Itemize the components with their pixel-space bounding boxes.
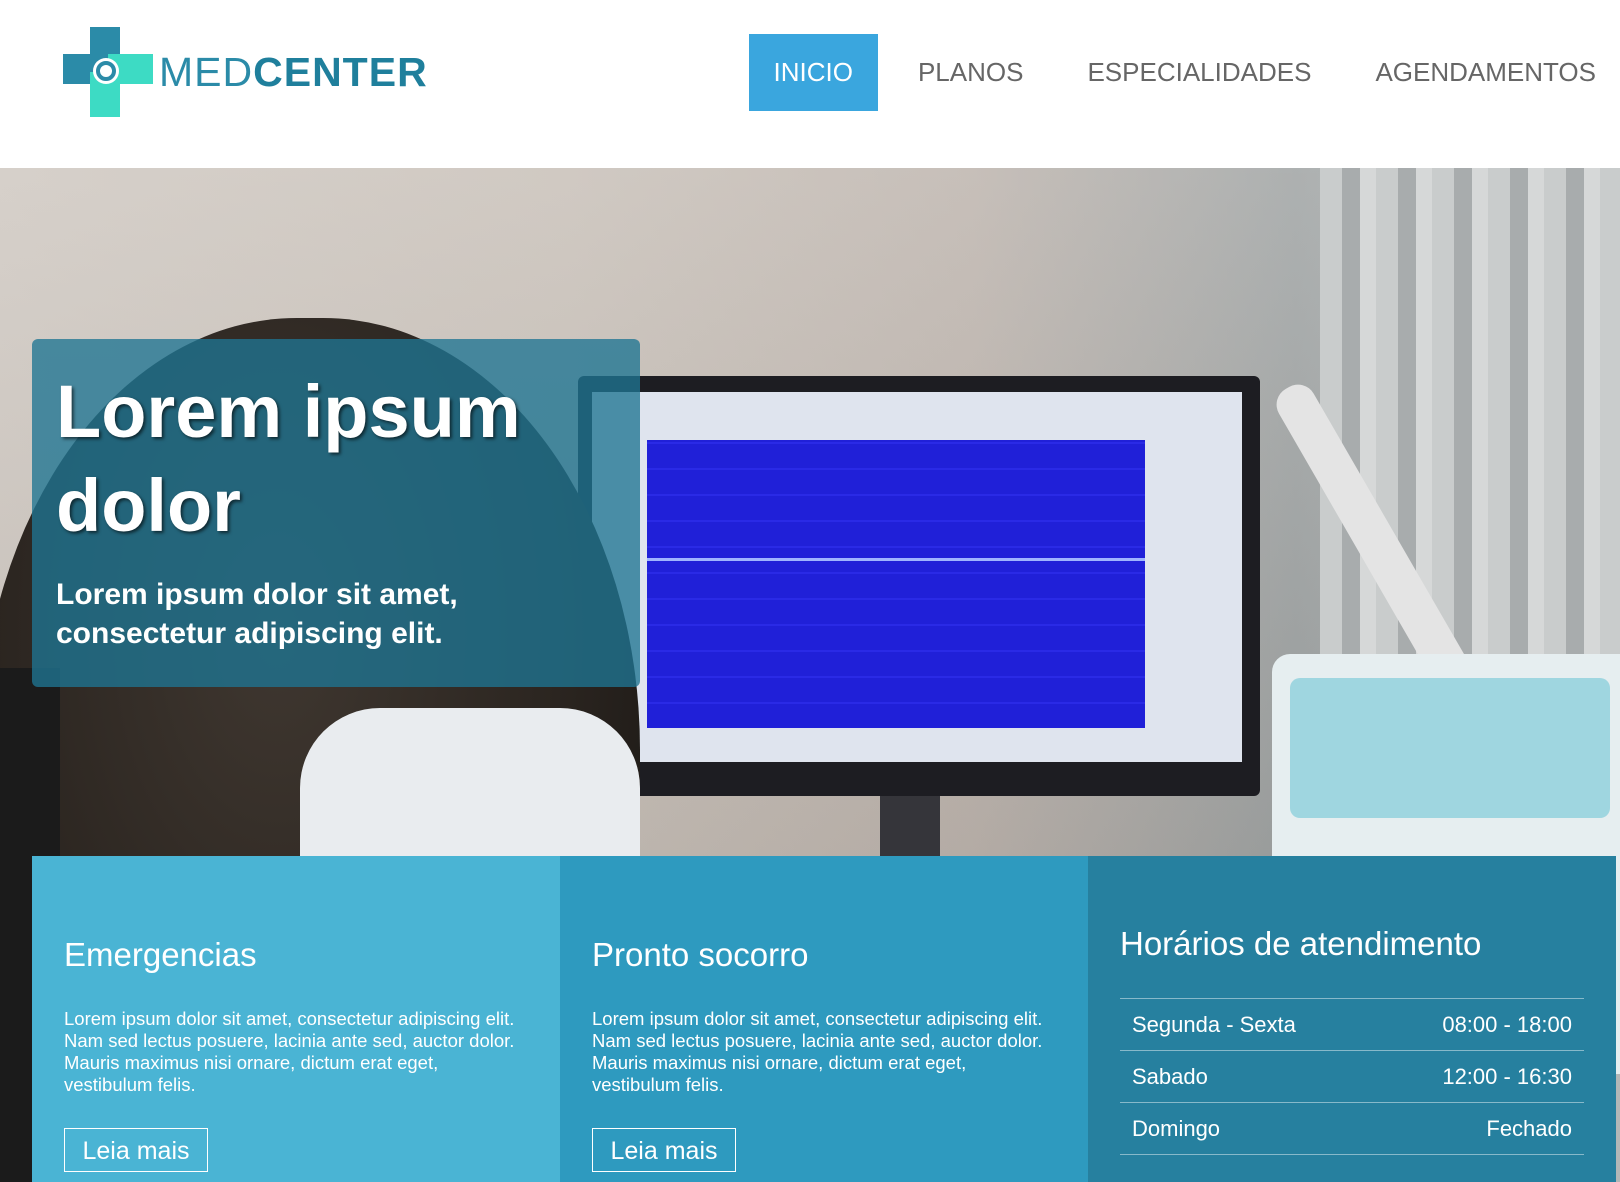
feature-text: Lorem ipsum dolor sit amet, consectetur … bbox=[64, 1008, 515, 1095]
hours-time: 12:00 - 16:30 bbox=[1442, 1064, 1572, 1089]
nav-item-especialidades[interactable]: ESPECIALIDADES bbox=[1063, 34, 1335, 111]
hours-row: Sabado 12:00 - 16:30 bbox=[1120, 1051, 1584, 1103]
hero-subtitle: Lorem ipsum dolor sit amet, consectetur … bbox=[56, 578, 458, 650]
feature-pronto-socorro: Pronto socorro Lorem ipsum dolor sit ame… bbox=[560, 856, 1088, 1182]
feature-emergencias: Emergencias Lorem ipsum dolor sit amet, … bbox=[32, 856, 560, 1182]
hours-time: 08:00 - 18:00 bbox=[1442, 1012, 1572, 1037]
hours-day: Sabado bbox=[1132, 1064, 1208, 1089]
hours-row: Segunda - Sexta 08:00 - 18:00 bbox=[1120, 998, 1584, 1051]
logo-text: MEDCENTER bbox=[159, 48, 428, 95]
hours-table: Segunda - Sexta 08:00 - 18:00 Sabado 12:… bbox=[1120, 998, 1584, 1155]
feature-boxes: Emergencias Lorem ipsum dolor sit amet, … bbox=[32, 856, 1616, 1182]
read-more-button[interactable]: Leia mais bbox=[592, 1128, 736, 1172]
hero-caption: Lorem ipsum dolor Lorem ipsum dolor sit … bbox=[32, 339, 640, 687]
feature-title: Pronto socorro bbox=[592, 936, 809, 973]
medical-cross-icon bbox=[63, 27, 153, 117]
nav-item-planos[interactable]: PLANOS bbox=[894, 34, 1048, 111]
hero-title: Lorem ipsum dolor bbox=[56, 370, 521, 547]
hours-row: Domingo Fechado bbox=[1120, 1103, 1584, 1155]
site-header: MEDCENTER INICIO PLANOS ESPECIALIDADES A… bbox=[0, 0, 1620, 168]
hours-time: Fechado bbox=[1486, 1116, 1572, 1141]
monitor bbox=[578, 376, 1260, 796]
main-nav: INICIO PLANOS ESPECIALIDADES AGENDAMENTO… bbox=[733, 34, 1620, 111]
hours-day: Domingo bbox=[1132, 1116, 1221, 1141]
opening-hours: Horários de atendimento Segunda - Sexta … bbox=[1088, 856, 1616, 1182]
nav-item-inicio[interactable]: INICIO bbox=[748, 34, 878, 111]
feature-title: Emergencias bbox=[64, 936, 257, 973]
hours-day: Segunda - Sexta bbox=[1132, 1012, 1296, 1037]
hours-title: Horários de atendimento bbox=[1120, 925, 1482, 962]
logo[interactable]: MEDCENTER bbox=[63, 26, 428, 118]
read-more-button[interactable]: Leia mais bbox=[64, 1128, 208, 1172]
feature-text: Lorem ipsum dolor sit amet, consectetur … bbox=[592, 1008, 1043, 1095]
logo-text-light: MED bbox=[159, 48, 254, 95]
logo-text-bold: CENTER bbox=[253, 48, 428, 95]
eeg-plot bbox=[647, 440, 1145, 728]
nav-item-agendamentos[interactable]: AGENDAMENTOS bbox=[1351, 34, 1620, 111]
